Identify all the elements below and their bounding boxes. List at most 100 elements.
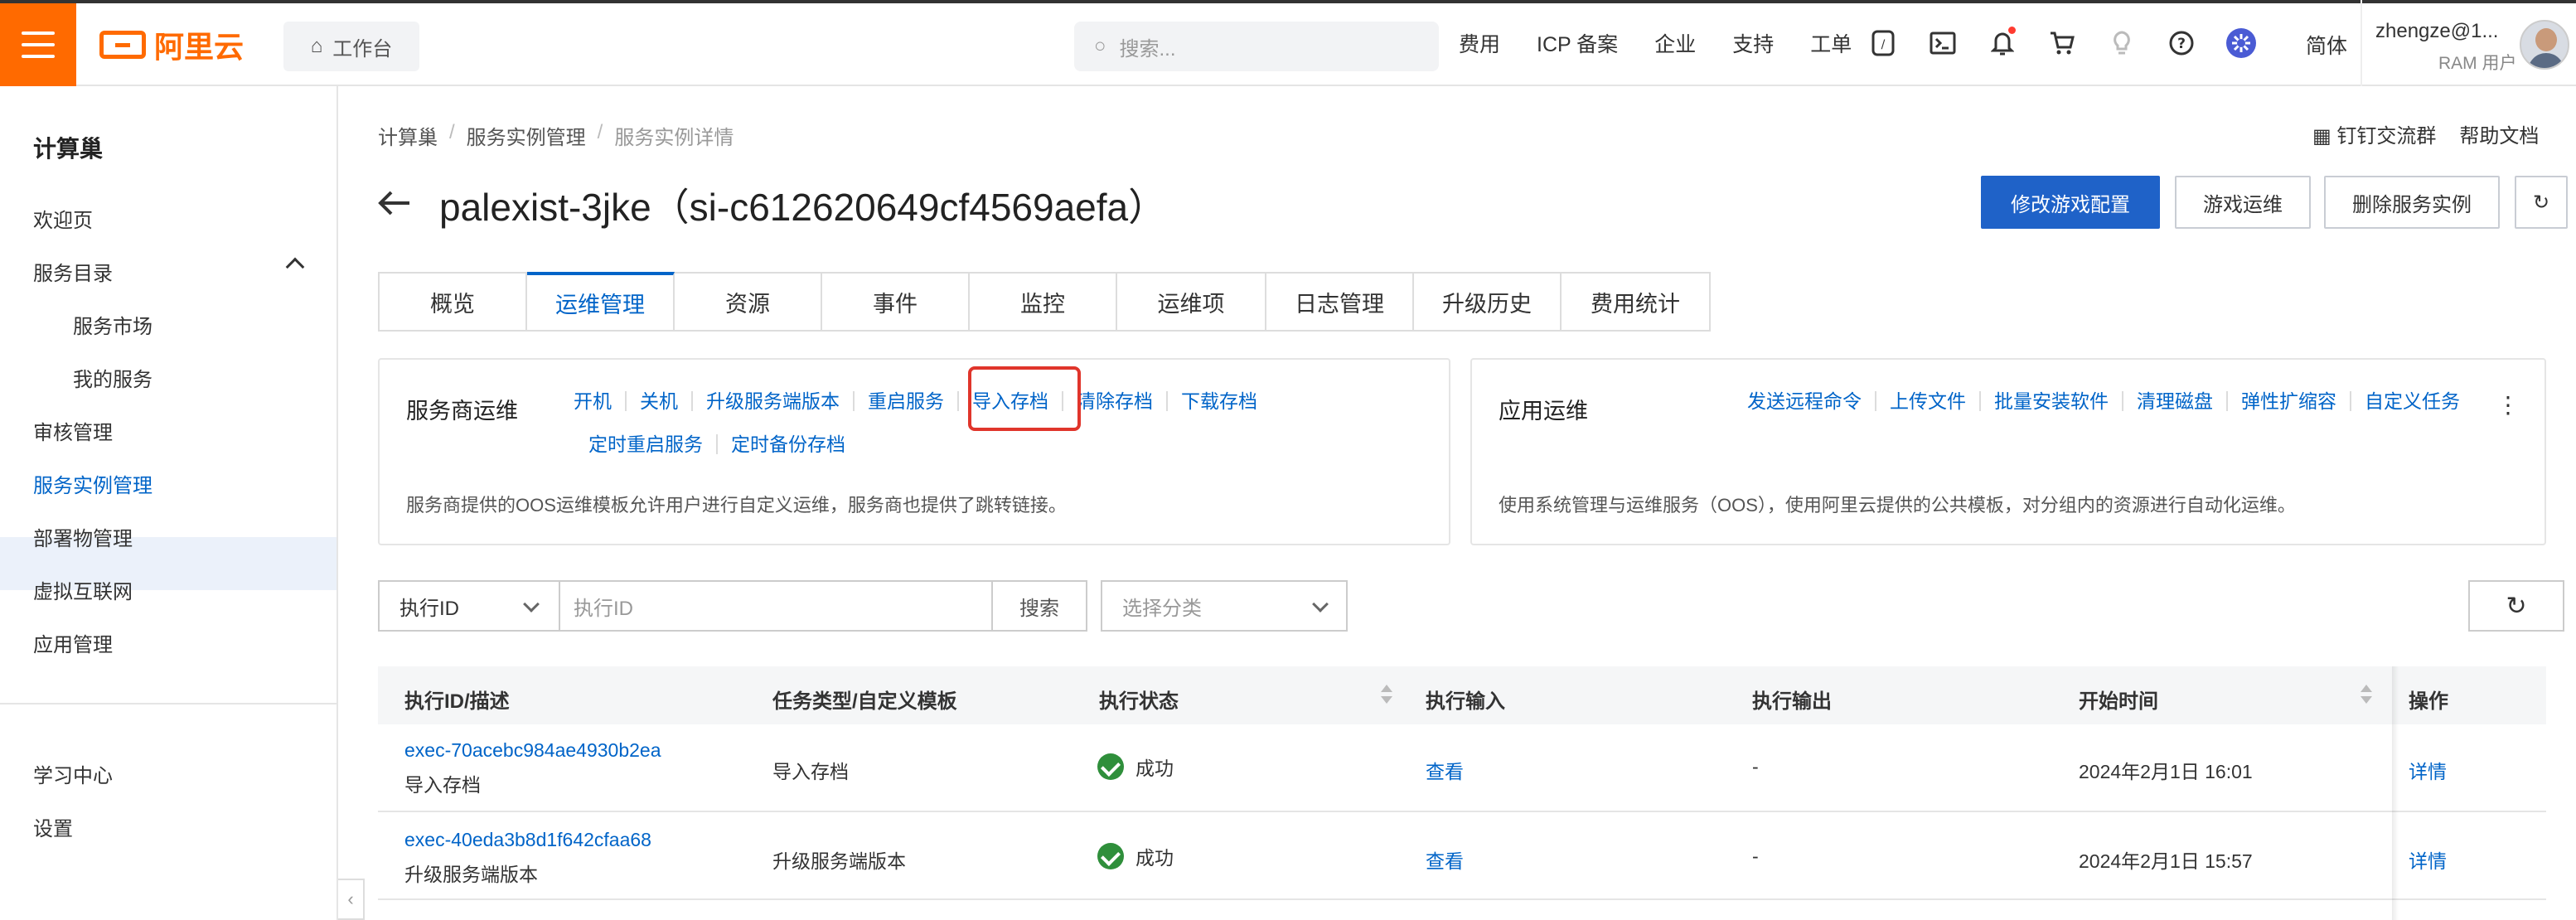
op-batch-install[interactable]: 批量安装软件 [1979,391,2122,411]
op-upload-file[interactable]: 上传文件 [1875,391,1979,411]
table-header: 执行ID/描述 任务类型/自定义模板 执行状态 执行输入 执行输出 开始时间 操… [378,666,2546,724]
terminal-icon[interactable] [1926,27,1959,60]
top-icon-group: / ? [1867,0,2258,86]
exec-output: - [1752,756,1759,777]
op-autoscale[interactable]: 弹性扩缩容 [2226,391,2350,411]
breadcrumb-item[interactable]: 服务实例管理 [467,121,586,150]
back-arrow-icon[interactable] [378,184,411,225]
nav-ticket[interactable]: 工单 [1810,28,1852,58]
op-scheduled-restart[interactable]: 定时重启服务 [588,434,716,454]
tab-monitoring[interactable]: 监控 [970,272,1117,332]
breadcrumb-item[interactable]: 计算巢 [378,121,438,150]
brand-logo[interactable]: 阿里云 [99,25,244,65]
workbench-button[interactable]: ⌂ 工作台 [283,22,419,71]
sidebar-title: 计算巢 [33,136,104,162]
exec-desc: 导入存档 [404,774,481,796]
avatar[interactable] [2520,20,2569,70]
more-icon[interactable]: ⋮ [2496,391,2520,419]
help-doc-link[interactable]: 帮助文档 [2459,119,2539,148]
op-send-command[interactable]: 发送远程命令 [1747,391,1875,411]
tab-logs[interactable]: 日志管理 [1266,272,1414,332]
op-clean-disk[interactable]: 清理磁盘 [2122,391,2226,411]
refresh-button[interactable]: ↻ [2515,176,2568,229]
global-search[interactable]: ○ 搜索... [1074,22,1439,71]
cart-icon[interactable] [2046,27,2079,60]
check-icon [1097,843,1124,869]
table-row: exec-70acebc984ae4930b2ea 导入存档 导入存档 成功 查… [378,724,2546,812]
sidebar-item-instance-management[interactable]: 服务实例管理 [33,469,153,498]
svg-text:/: / [1881,38,1886,51]
sidebar-item-review[interactable]: 审核管理 [33,416,113,445]
sidebar-item-welcome[interactable]: 欢迎页 [33,204,93,233]
op-upgrade-server[interactable]: 升级服务端版本 [691,391,853,411]
chevron-down-icon [1312,596,1329,613]
nav-icp[interactable]: ICP 备案 [1537,28,1618,58]
chevron-left-icon: ‹ [347,889,354,909]
op-power-on[interactable]: 开机 [574,391,625,411]
op-download-save[interactable]: 下载存档 [1166,391,1271,411]
category-select[interactable]: 选择分类 [1101,580,1348,632]
sidebar-item-service-market[interactable]: 服务市场 [73,310,153,339]
sidebar-item-settings[interactable]: 设置 [33,812,73,841]
details-link[interactable]: 详情 [2409,845,2447,874]
sort-icon[interactable] [2361,683,2372,708]
logo-icon [99,31,146,59]
bulb-icon[interactable] [2105,27,2138,60]
chevron-up-icon[interactable] [285,257,305,277]
filter-field-select[interactable]: 执行ID [378,580,560,632]
refresh-icon: ↻ [2506,592,2527,620]
svg-text:?: ? [2177,36,2186,52]
sort-icon[interactable] [1381,683,1392,708]
filter-search-input[interactable]: 执行ID [559,580,993,632]
sidebar-item-my-services[interactable]: 我的服务 [73,363,153,392]
nav-enterprise[interactable]: 企业 [1654,28,1696,58]
tab-ops-items[interactable]: 运维项 [1117,272,1266,332]
tab-events[interactable]: 事件 [822,272,970,332]
user-name[interactable]: zhengze@1... [2375,20,2498,43]
sidebar-item-learning[interactable]: 学习中心 [33,759,113,788]
tab-upgrade-history[interactable]: 升级历史 [1414,272,1562,332]
sidebar-item-app-management[interactable]: 应用管理 [33,628,113,657]
tab-overview[interactable]: 概览 [380,272,527,332]
delete-instance-button[interactable]: 删除服务实例 [2324,176,2500,229]
code-icon[interactable]: / [1867,27,1900,60]
language-switch[interactable]: 简体 [2306,30,2347,60]
op-restart-service[interactable]: 重启服务 [853,391,957,411]
page-title: palexist-3jke（si-c612620649cf4569aefa） [439,186,1167,229]
col-start-time: 开始时间 [2079,690,2158,713]
view-input-link[interactable]: 查看 [1426,756,1464,784]
tab-cost-stats[interactable]: 费用统计 [1562,272,1711,332]
game-ops-button[interactable]: 游戏运维 [2175,176,2311,229]
sidebar-item-service-catalog[interactable]: 服务目录 [33,257,113,286]
status-text: 成功 [1135,847,1174,869]
sidebar-item-vnet[interactable]: 虚拟互联网 [33,575,133,604]
help-icon[interactable]: ? [2165,27,2198,60]
tab-resources[interactable]: 资源 [675,272,822,332]
view-input-link[interactable]: 查看 [1426,845,1464,874]
op-power-off[interactable]: 关机 [625,391,691,411]
chevron-down-icon [523,596,540,613]
details-link[interactable]: 详情 [2409,756,2447,784]
dingtalk-group-link[interactable]: ▦ 钉钉交流群 [2312,119,2436,148]
filter-search-button[interactable]: 搜索 [991,580,1087,632]
sidebar-collapse-button[interactable]: ‹ [338,879,365,920]
check-icon [1097,753,1124,780]
tab-ops-management[interactable]: 运维管理 [527,272,675,332]
bell-icon[interactable] [1986,27,2019,60]
col-task-type: 任务类型/自定义模板 [772,690,957,713]
table-refresh-button[interactable]: ↻ [2468,580,2564,632]
start-time: 2024年2月1日 15:57 [2079,850,2253,872]
nav-support[interactable]: 支持 [1732,28,1774,58]
op-custom-task[interactable]: 自定义任务 [2350,391,2473,411]
nav-fees[interactable]: 费用 [1459,28,1500,58]
exec-id-link[interactable]: exec-70acebc984ae4930b2ea [404,739,661,762]
modify-game-config-button[interactable]: 修改游戏配置 [1981,176,2160,229]
menu-icon[interactable] [0,3,76,86]
brand-name: 阿里云 [154,30,245,64]
exec-id-link[interactable]: exec-40eda3b8d1f642cfaa68 [404,829,651,851]
apps-icon[interactable] [2225,27,2258,60]
tab-bar: 概览 运维管理 资源 事件 监控 运维项 日志管理 升级历史 费用统计 [378,272,1711,332]
search-icon: ○ [1094,35,1106,57]
sidebar-item-artifact[interactable]: 部署物管理 [33,522,133,551]
op-scheduled-backup[interactable]: 定时备份存档 [716,434,859,454]
